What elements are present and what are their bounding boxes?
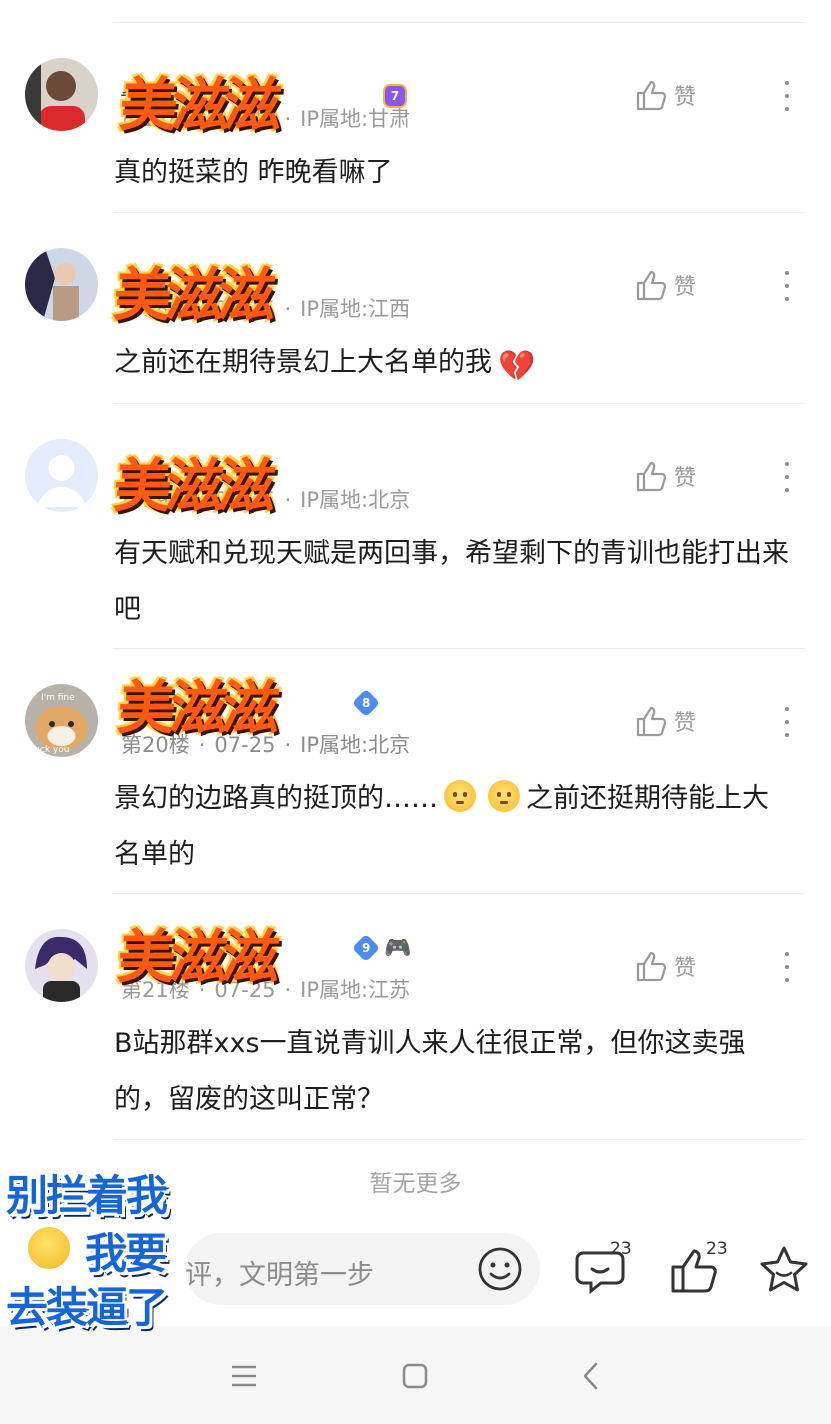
sticker-overlay: 美滋滋 xyxy=(111,261,273,329)
like-button[interactable]: 赞 xyxy=(634,268,696,302)
sticker-overlay: 美滋滋 xyxy=(117,71,279,139)
comment-text-part1: 景幻的边路真的挺顶的…… xyxy=(114,783,438,814)
divider xyxy=(113,1139,805,1140)
more-options-icon[interactable] xyxy=(780,950,794,984)
sticker-overlay: 美滋滋 xyxy=(115,674,277,742)
thumb-up-icon xyxy=(636,80,667,111)
comment-item: 美滋滋 第18楼 · 07-25 · IP属地:江西 赞 之前还在期待景幻上大名单的我 💔 xyxy=(0,213,831,404)
like-button[interactable]: 赞 xyxy=(634,949,696,983)
like-label: 赞 xyxy=(674,466,697,491)
comment-text: 景幻的边路真的挺顶的…… 之前还挺期待能上大名单的 xyxy=(114,771,795,883)
comment-text: 真的挺菜的 昨晚看嘛了 xyxy=(114,157,393,188)
sticker-overlay: 美滋滋 xyxy=(115,923,277,991)
comment-text: B站那群xxs一直说青训人来人往很正常，但你这卖强的，留废的这叫正常？ xyxy=(114,1028,746,1115)
level-badge: 9 xyxy=(351,933,381,963)
back-icon[interactable] xyxy=(571,1356,611,1396)
like-label: 赞 xyxy=(674,711,697,736)
avatar[interactable]: I'm fine fuck you xyxy=(25,684,98,757)
menu-icon[interactable] xyxy=(224,1356,264,1396)
game-badge-icon: 🎮 xyxy=(384,935,412,961)
comment-item: 美滋滋 第19楼 · 07-25 · IP属地:北京 赞 有天赋和兑现天赋是两回事，希望… xyxy=(0,404,831,649)
like-label: 赞 xyxy=(674,85,697,110)
thumb-up-icon xyxy=(636,951,667,982)
sweat-face-emoji-icon xyxy=(444,780,476,812)
like-button[interactable]: 赞 xyxy=(634,78,696,112)
ip-location: IP属地:甘肃 xyxy=(300,107,411,131)
comment-text: 之前还在期待景幻上大名单的我 💔 xyxy=(114,335,795,395)
ip-location: IP属地:北京 xyxy=(300,733,411,757)
level-badge: 8 xyxy=(351,688,381,718)
comment-count: 23 xyxy=(610,1239,632,1259)
sticker-line-1: 别拦着我 xyxy=(6,1171,168,1220)
like-label: 赞 xyxy=(674,956,697,981)
broken-heart-icon: 💔 xyxy=(498,349,536,384)
name-row: 美滋滋 9 🎮 xyxy=(115,923,412,991)
name-row: 美滋滋 8 xyxy=(115,674,381,742)
home-icon[interactable] xyxy=(395,1356,435,1396)
like-button[interactable]: 赞 xyxy=(634,459,696,493)
more-options-icon[interactable] xyxy=(780,79,794,113)
meme-sticker-overlay: 别拦着我 我要 去装逼了 xyxy=(0,1156,215,1336)
thumb-up-icon xyxy=(636,706,667,737)
avatar[interactable] xyxy=(25,58,98,131)
system-nav-bar xyxy=(0,1326,831,1424)
grin-face-emoji-icon xyxy=(25,1224,73,1272)
like-count: 23 xyxy=(706,1239,728,1259)
sweat-face-emoji-icon xyxy=(488,780,520,812)
ip-location: IP属地:江西 xyxy=(300,297,411,321)
like-label: 赞 xyxy=(674,275,697,300)
comment-item: 美滋滋 9 🎮 第21楼 · 07-25 · IP属地:江苏 赞 B站那群xxs一直说青… xyxy=(0,894,831,1140)
more-options-icon[interactable] xyxy=(780,460,794,494)
comment-item: 希 美滋滋 7 第17楼 · 07-25 · IP属地:甘肃 赞 真的挺菜的 昨晚看嘛了 xyxy=(0,23,831,213)
avatar-caption-bottom: fuck you xyxy=(31,745,69,755)
emoji-smile-icon[interactable] xyxy=(477,1246,523,1292)
avatar[interactable] xyxy=(25,248,98,321)
avatar-caption-top: I'm fine xyxy=(41,693,75,703)
comment-text: 有天赋和兑现天赋是两回事，希望剩下的青训也能打出来吧 xyxy=(114,538,789,625)
more-options-icon[interactable] xyxy=(780,269,794,303)
sticker-line-3: 去装逼了 xyxy=(6,1283,168,1332)
like-button[interactable]: 赞 xyxy=(634,704,696,738)
avatar[interactable] xyxy=(25,929,98,1002)
avatar[interactable] xyxy=(25,439,98,512)
sticker-overlay: 美滋滋 xyxy=(111,452,273,520)
thumb-up-icon xyxy=(636,270,667,301)
sticker-line-2: 我要 xyxy=(85,1229,167,1278)
more-options-icon[interactable] xyxy=(780,705,794,739)
comment-text-content: 之前还在期待景幻上大名单的我 xyxy=(114,347,492,378)
star-icon[interactable] xyxy=(757,1243,811,1297)
ip-location: IP属地:北京 xyxy=(300,488,411,512)
thumb-up-icon xyxy=(636,461,667,492)
comment-input[interactable]: 评，文明第一步 xyxy=(185,1233,540,1305)
comment-item: I'm fine fuck you 美滋滋 8 第20楼 · 07-25 · IP属地:北… xyxy=(0,649,831,894)
ip-location: IP属地:江苏 xyxy=(300,978,411,1002)
